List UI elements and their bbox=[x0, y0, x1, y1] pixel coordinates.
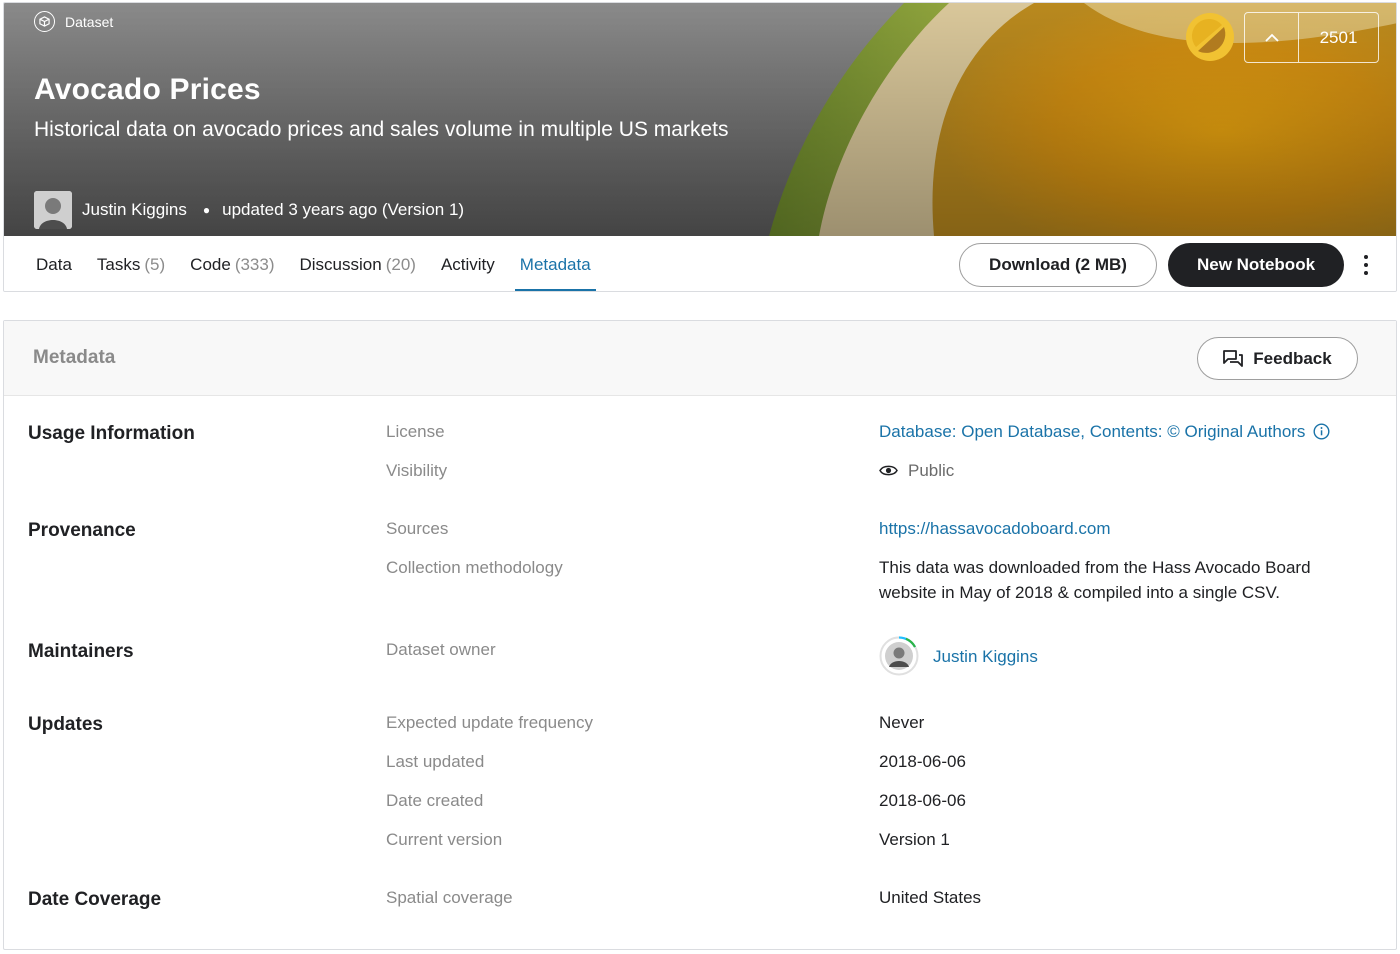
methodology-line: This data was downloaded from the Hass A… bbox=[879, 558, 1311, 577]
tab-tasks[interactable]: Tasks (5) bbox=[96, 236, 166, 291]
dataset-banner: Dataset Avocado Prices Historical data o… bbox=[4, 3, 1396, 236]
tab-label: Tasks bbox=[96, 254, 141, 274]
current-version-value: Version 1 bbox=[879, 830, 950, 849]
sources-label: Sources bbox=[386, 519, 449, 538]
chevron-up-icon bbox=[1264, 33, 1279, 42]
spatial-coverage-label: Spatial coverage bbox=[386, 888, 513, 907]
dataset-owner-value[interactable]: Justin Kiggins bbox=[879, 636, 1038, 676]
owner-name-link[interactable]: Justin Kiggins bbox=[933, 644, 1038, 669]
dataset-byline: Justin Kiggins ● updated 3 years ago (Ve… bbox=[34, 191, 464, 229]
date-created-value: 2018-06-06 bbox=[879, 791, 966, 810]
tab-label: Activity bbox=[440, 254, 495, 274]
updated-text: updated 3 years ago (Version 1) bbox=[222, 200, 465, 219]
owner-avatar[interactable] bbox=[879, 636, 919, 676]
tab-discussion[interactable]: Discussion (20) bbox=[299, 236, 416, 291]
methodology-line: website in May of 2018 & compiled into a… bbox=[879, 583, 1280, 602]
collection-methodology-value: This data was downloaded from the Hass A… bbox=[879, 555, 1311, 605]
license-label: License bbox=[386, 422, 445, 441]
metadata-card-header: Metadata Feedback bbox=[4, 321, 1396, 396]
upvote-widget: 2501 bbox=[1244, 12, 1379, 63]
dataset-icon bbox=[34, 11, 55, 32]
update-frequency-value: Never bbox=[879, 713, 925, 732]
tab-list: Data Tasks (5) Code (333) Discussion (20) A… bbox=[36, 236, 616, 291]
tab-count: (20) bbox=[385, 254, 416, 274]
last-updated-value: 2018-06-06 bbox=[879, 752, 966, 771]
section-usage-information: Usage Information bbox=[28, 423, 195, 444]
tab-data[interactable]: Data bbox=[36, 236, 72, 291]
gold-medal-icon[interactable] bbox=[1186, 13, 1234, 61]
tab-metadata[interactable]: Metadata bbox=[514, 236, 596, 291]
byline-separator: ● bbox=[202, 203, 211, 217]
download-button[interactable]: Download (2 MB) bbox=[959, 243, 1157, 287]
dataset-subtitle: Historical data on avocado prices and sa… bbox=[34, 118, 729, 141]
dataset-title: Avocado Prices bbox=[34, 73, 261, 106]
tab-count: (5) bbox=[144, 254, 166, 274]
license-link[interactable]: Database: Open Database, Contents: © Ori… bbox=[879, 419, 1305, 444]
current-version-label: Current version bbox=[386, 830, 503, 849]
visibility-text: Public bbox=[908, 461, 955, 480]
dataset-header-card: Dataset Avocado Prices Historical data o… bbox=[3, 2, 1397, 292]
author-avatar[interactable] bbox=[34, 191, 72, 229]
dataset-owner-label: Dataset owner bbox=[386, 640, 496, 659]
new-notebook-button[interactable]: New Notebook bbox=[1168, 243, 1344, 287]
eye-icon bbox=[879, 465, 898, 476]
visibility-label: Visibility bbox=[386, 461, 448, 480]
tab-code[interactable]: Code (333) bbox=[190, 236, 275, 291]
vote-count[interactable]: 2501 bbox=[1299, 13, 1378, 62]
license-value[interactable]: Database: Open Database, Contents: © Ori… bbox=[879, 419, 1330, 444]
dataset-type-label: Dataset bbox=[34, 11, 113, 32]
info-icon[interactable] bbox=[1313, 423, 1330, 440]
more-options-icon[interactable] bbox=[1356, 252, 1376, 278]
last-updated-label: Last updated bbox=[386, 752, 485, 771]
feedback-label: Feedback bbox=[1253, 348, 1332, 368]
tab-count: (333) bbox=[234, 254, 275, 274]
spatial-coverage-value: United States bbox=[879, 888, 982, 907]
section-updates: Updates bbox=[28, 714, 103, 735]
sources-link[interactable]: https://hassavocadoboard.com bbox=[879, 516, 1111, 541]
date-created-label: Date created bbox=[386, 791, 484, 810]
tab-label: Data bbox=[36, 254, 72, 274]
collection-methodology-label: Collection methodology bbox=[386, 558, 563, 577]
dataset-tabs-bar: Data Tasks (5) Code (333) Discussion (20) A… bbox=[4, 236, 1396, 291]
visibility-value: Public bbox=[879, 458, 954, 483]
author-name-link[interactable]: Justin Kiggins bbox=[82, 200, 187, 220]
feedback-button[interactable]: Feedback bbox=[1197, 337, 1358, 380]
section-date-coverage: Date Coverage bbox=[28, 889, 162, 910]
tab-label: Discussion bbox=[299, 254, 382, 274]
tab-label: Code bbox=[190, 254, 231, 274]
feedback-icon bbox=[1223, 349, 1244, 367]
update-frequency-label: Expected update frequency bbox=[386, 713, 593, 732]
tab-activity[interactable]: Activity bbox=[440, 236, 495, 291]
upvote-button[interactable] bbox=[1245, 13, 1299, 62]
tab-label: Metadata bbox=[519, 254, 591, 274]
metadata-card: Metadata Feedback Usage Information Lice… bbox=[3, 320, 1397, 950]
section-provenance: Provenance bbox=[28, 520, 136, 541]
section-maintainers: Maintainers bbox=[28, 641, 134, 662]
metadata-heading: Metadata bbox=[33, 347, 116, 368]
dataset-type-text: Dataset bbox=[65, 13, 114, 30]
